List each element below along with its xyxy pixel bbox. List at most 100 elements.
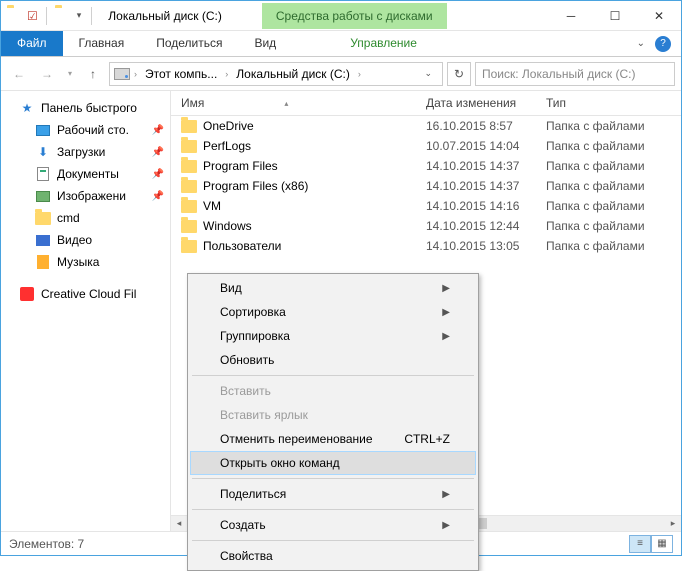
list-item[interactable]: Program Files (x86)14.10.2015 14:37Папка… xyxy=(171,176,681,196)
drive-icon xyxy=(114,68,130,80)
back-button[interactable]: ← xyxy=(7,62,31,86)
submenu-arrow-icon: ▶ xyxy=(442,283,450,294)
submenu-arrow-icon: ▶ xyxy=(442,520,450,531)
nav-video[interactable]: Видео xyxy=(1,229,170,251)
list-item[interactable]: Program Files14.10.2015 14:37Папка с фай… xyxy=(171,156,681,176)
download-icon: ⬇ xyxy=(35,144,51,160)
tab-home[interactable]: Главная xyxy=(63,31,141,56)
folder-icon xyxy=(181,180,197,193)
nav-cmd[interactable]: cmd xyxy=(1,207,170,229)
ribbon-expand-icon[interactable]: ⌄ xyxy=(637,38,645,49)
desktop-icon xyxy=(35,122,51,138)
app-icon xyxy=(7,8,23,24)
pin-icon: 📌 xyxy=(152,191,164,202)
minimize-button[interactable]: ─ xyxy=(549,1,593,31)
nav-downloads[interactable]: ⬇Загрузки📌 xyxy=(1,141,170,163)
crumb-pc[interactable]: Этот компь... xyxy=(141,65,221,83)
search-placeholder: Поиск: Локальный диск (С:) xyxy=(482,67,635,81)
list-item[interactable]: VM14.10.2015 14:16Папка с файлами xyxy=(171,196,681,216)
item-count: Элементов: 7 xyxy=(9,537,84,551)
sort-asc-icon: ▴ xyxy=(284,99,288,108)
menu-undo-rename[interactable]: Отменить переименованиеCTRL+Z xyxy=(190,427,476,451)
folder-icon xyxy=(181,140,197,153)
ribbon-tabs: Файл Главная Поделиться Вид Управление ⌄… xyxy=(1,31,681,57)
scroll-right-icon[interactable]: ▸ xyxy=(665,516,681,531)
menu-paste-shortcut: Вставить ярлык xyxy=(190,403,476,427)
address-bar[interactable]: › Этот компь... › Локальный диск (C:) › … xyxy=(109,62,443,86)
menu-open-cmd[interactable]: Открыть окно команд xyxy=(190,451,476,475)
nav-pictures[interactable]: Изображени📌 xyxy=(1,185,170,207)
pin-icon: 📌 xyxy=(152,125,164,136)
submenu-arrow-icon: ▶ xyxy=(442,307,450,318)
drive-tools-tab[interactable]: Средства работы с дисками xyxy=(262,3,447,29)
forward-button[interactable]: → xyxy=(35,62,59,86)
folder-icon xyxy=(35,210,51,226)
shortcut-label: CTRL+Z xyxy=(404,432,450,446)
crumb-drive[interactable]: Локальный диск (C:) xyxy=(232,65,354,83)
menu-properties[interactable]: Свойства xyxy=(190,544,476,568)
menu-sort[interactable]: Сортировка▶ xyxy=(190,300,476,324)
folder-icon xyxy=(181,160,197,173)
chevron-right-icon[interactable]: › xyxy=(356,69,363,79)
folder-icon xyxy=(181,240,197,253)
submenu-arrow-icon: ▶ xyxy=(442,489,450,500)
search-input[interactable]: Поиск: Локальный диск (С:) xyxy=(475,62,675,86)
icons-view-button[interactable]: ▦ xyxy=(651,535,673,553)
nav-desktop[interactable]: Рабочий сто.📌 xyxy=(1,119,170,141)
maximize-button[interactable]: ☐ xyxy=(593,1,637,31)
pin-icon: 📌 xyxy=(152,169,164,180)
star-icon: ★ xyxy=(19,100,35,116)
nav-documents[interactable]: Документы📌 xyxy=(1,163,170,185)
music-icon xyxy=(35,254,51,270)
creative-cloud-icon xyxy=(19,286,35,302)
close-button[interactable]: ✕ xyxy=(637,1,681,31)
address-dropdown-icon[interactable]: ⌄ xyxy=(418,68,438,79)
scroll-left-icon[interactable]: ◂ xyxy=(171,516,187,531)
col-name[interactable]: Имя xyxy=(181,96,204,110)
folder-icon xyxy=(181,200,197,213)
details-view-button[interactable]: ≡ xyxy=(629,535,651,553)
folder-icon xyxy=(181,220,197,233)
menu-paste: Вставить xyxy=(190,379,476,403)
up-button[interactable]: ↑ xyxy=(81,62,105,86)
menu-view[interactable]: Вид▶ xyxy=(190,276,476,300)
list-item[interactable]: PerfLogs10.07.2015 14:04Папка с файлами xyxy=(171,136,681,156)
chevron-right-icon[interactable]: › xyxy=(223,69,230,79)
menu-separator xyxy=(192,509,474,510)
menu-group[interactable]: Группировка▶ xyxy=(190,324,476,348)
list-item[interactable]: Windows14.10.2015 12:44Папка с файлами xyxy=(171,216,681,236)
navigation-bar: ← → ▾ ↑ › Этот компь... › Локальный диск… xyxy=(1,57,681,91)
col-type[interactable]: Тип xyxy=(546,96,681,110)
history-dropdown-icon[interactable]: ▾ xyxy=(63,62,77,86)
checkbox-icon[interactable]: ☑ xyxy=(27,9,38,23)
qat-dropdown-icon[interactable]: ▾ xyxy=(75,10,84,21)
list-item[interactable]: Пользователи14.10.2015 13:05Папка с файл… xyxy=(171,236,681,256)
pin-icon: 📌 xyxy=(152,147,164,158)
tab-view[interactable]: Вид xyxy=(238,31,292,56)
pictures-icon xyxy=(35,188,51,204)
tab-share[interactable]: Поделиться xyxy=(140,31,238,56)
menu-refresh[interactable]: Обновить xyxy=(190,348,476,372)
nav-creative-cloud[interactable]: Creative Cloud Fil xyxy=(1,283,170,305)
menu-separator xyxy=(192,478,474,479)
nav-music[interactable]: Музыка xyxy=(1,251,170,273)
tab-manage[interactable]: Управление xyxy=(334,31,433,56)
navigation-pane: ★Панель быстрого Рабочий сто.📌 ⬇Загрузки… xyxy=(1,91,171,531)
menu-separator xyxy=(192,540,474,541)
drive-folder-icon xyxy=(55,8,71,24)
title-bar: ☑ ▾ Локальный диск (C:) Средства работы … xyxy=(1,1,681,31)
tab-file[interactable]: Файл xyxy=(1,31,63,56)
chevron-right-icon[interactable]: › xyxy=(132,69,139,79)
nav-quick-access[interactable]: ★Панель быстрого xyxy=(1,97,170,119)
refresh-button[interactable]: ↻ xyxy=(447,62,471,86)
quick-access-toolbar: ☑ ▾ xyxy=(1,7,102,25)
explorer-window: ☑ ▾ Локальный диск (C:) Средства работы … xyxy=(0,0,682,556)
video-icon xyxy=(35,232,51,248)
menu-share[interactable]: Поделиться▶ xyxy=(190,482,476,506)
help-icon[interactable]: ? xyxy=(655,36,671,52)
list-item[interactable]: OneDrive16.10.2015 8:57Папка с файлами xyxy=(171,116,681,136)
column-headers: Имя ▴ Дата изменения Тип xyxy=(171,91,681,116)
folder-icon xyxy=(181,120,197,133)
col-date[interactable]: Дата изменения xyxy=(426,96,546,110)
menu-new[interactable]: Создать▶ xyxy=(190,513,476,537)
